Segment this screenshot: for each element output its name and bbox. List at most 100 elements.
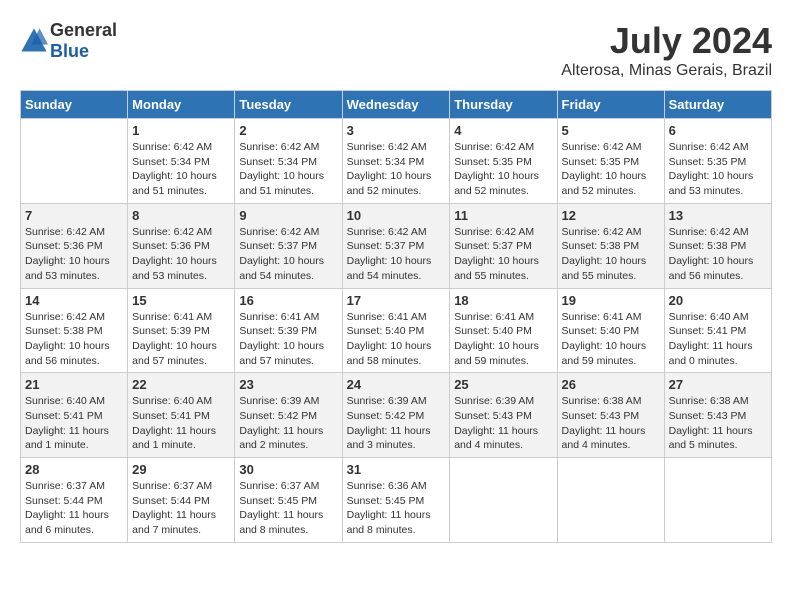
day-number: 12: [562, 208, 660, 223]
day-cell: 17Sunrise: 6:41 AM Sunset: 5:40 PM Dayli…: [342, 288, 450, 373]
logo: General Blue: [20, 20, 117, 62]
day-number: 7: [25, 208, 123, 223]
day-info: Sunrise: 6:36 AM Sunset: 5:45 PM Dayligh…: [347, 479, 446, 538]
day-cell: 2Sunrise: 6:42 AM Sunset: 5:34 PM Daylig…: [235, 119, 342, 204]
day-cell: [557, 458, 664, 543]
day-info: Sunrise: 6:42 AM Sunset: 5:37 PM Dayligh…: [454, 225, 552, 284]
day-cell: [21, 119, 128, 204]
day-number: 24: [347, 377, 446, 392]
day-cell: 15 Sunrise: 6:41 AM Sunset: 5:39 PM Dayli…: [128, 288, 235, 373]
day-number: 19: [562, 293, 660, 308]
day-cell: 1 Sunrise: 6:42 AM Sunset: 5:34 PM Daylig…: [128, 119, 235, 204]
day-info: Sunrise: 6:42 AM Sunset: 5:37 PM Dayligh…: [239, 225, 337, 284]
week-row-3: 21 Sunrise: 6:40 AM Sunset: 5:41 PM Dayli…: [21, 373, 772, 458]
day-info: Sunrise: 6:40 AM Sunset: 5:41 PM Dayligh…: [132, 394, 230, 453]
day-number: 5: [562, 123, 660, 138]
day-number: 6: [669, 123, 767, 138]
day-cell: [450, 458, 557, 543]
day-info: Sunrise: 6:40 AM Sunset: 5:41 PM Dayligh…: [25, 394, 123, 453]
week-row-2: 14Sunrise: 6:42 AM Sunset: 5:38 PM Dayli…: [21, 288, 772, 373]
day-cell: 5 Sunrise: 6:42 AM Sunset: 5:35 PM Daylig…: [557, 119, 664, 204]
day-number: 3: [347, 123, 446, 138]
day-info: Sunrise: 6:39 AM Sunset: 5:42 PM Dayligh…: [239, 394, 337, 453]
day-info: Sunrise: 6:42 AM Sunset: 5:34 PM Dayligh…: [347, 140, 446, 199]
day-number: 13: [669, 208, 767, 223]
day-number: 8: [132, 208, 230, 223]
subtitle: Alterosa, Minas Gerais, Brazil: [561, 62, 772, 80]
day-info: Sunrise: 6:42 AM Sunset: 5:38 PM Dayligh…: [562, 225, 660, 284]
day-info: Sunrise: 6:37 AM Sunset: 5:44 PM Dayligh…: [132, 479, 230, 538]
day-cell: 26Sunrise: 6:38 AM Sunset: 5:43 PM Dayli…: [557, 373, 664, 458]
day-number: 1: [132, 123, 230, 138]
header-tuesday: Tuesday: [235, 91, 342, 119]
day-number: 2: [239, 123, 337, 138]
day-number: 16: [239, 293, 337, 308]
day-cell: 27Sunrise: 6:38 AM Sunset: 5:43 PM Dayli…: [664, 373, 771, 458]
header-saturday: Saturday: [664, 91, 771, 119]
day-cell: 16 Sunrise: 6:41 AM Sunset: 5:39 PM Dayli…: [235, 288, 342, 373]
day-info: Sunrise: 6:42 AM Sunset: 5:36 PM Dayligh…: [25, 225, 123, 284]
header-friday: Friday: [557, 91, 664, 119]
day-number: 28: [25, 462, 123, 477]
day-info: Sunrise: 6:42 AM Sunset: 5:35 PM Dayligh…: [454, 140, 552, 199]
logo-text-general: General: [50, 20, 117, 40]
day-info: Sunrise: 6:39 AM Sunset: 5:42 PM Dayligh…: [347, 394, 446, 453]
day-info: Sunrise: 6:41 AM Sunset: 5:39 PM Dayligh…: [239, 310, 337, 369]
day-info: Sunrise: 6:42 AM Sunset: 5:35 PM Dayligh…: [669, 140, 767, 199]
day-cell: 8 Sunrise: 6:42 AM Sunset: 5:36 PM Daylig…: [128, 203, 235, 288]
day-number: 9: [239, 208, 337, 223]
day-cell: 9 Sunrise: 6:42 AM Sunset: 5:37 PM Daylig…: [235, 203, 342, 288]
day-info: Sunrise: 6:41 AM Sunset: 5:39 PM Dayligh…: [132, 310, 230, 369]
day-cell: 20 Sunrise: 6:40 AM Sunset: 5:41 PM Dayli…: [664, 288, 771, 373]
day-number: 15: [132, 293, 230, 308]
day-cell: 28Sunrise: 6:37 AM Sunset: 5:44 PM Dayli…: [21, 458, 128, 543]
week-row-1: 7 Sunrise: 6:42 AM Sunset: 5:36 PM Daylig…: [21, 203, 772, 288]
week-row-0: 1 Sunrise: 6:42 AM Sunset: 5:34 PM Daylig…: [21, 119, 772, 204]
header-wednesday: Wednesday: [342, 91, 450, 119]
day-number: 30: [239, 462, 337, 477]
logo-icon: [20, 27, 48, 55]
day-number: 18: [454, 293, 552, 308]
day-number: 10: [347, 208, 446, 223]
day-number: 26: [562, 377, 660, 392]
day-number: 4: [454, 123, 552, 138]
day-info: Sunrise: 6:38 AM Sunset: 5:43 PM Dayligh…: [669, 394, 767, 453]
day-cell: 6 Sunrise: 6:42 AM Sunset: 5:35 PM Daylig…: [664, 119, 771, 204]
day-info: Sunrise: 6:41 AM Sunset: 5:40 PM Dayligh…: [562, 310, 660, 369]
day-info: Sunrise: 6:42 AM Sunset: 5:34 PM Dayligh…: [132, 140, 230, 199]
calendar-header-row: SundayMondayTuesdayWednesdayThursdayFrid…: [21, 91, 772, 119]
day-number: 23: [239, 377, 337, 392]
day-number: 22: [132, 377, 230, 392]
day-cell: [664, 458, 771, 543]
day-cell: 23 Sunrise: 6:39 AM Sunset: 5:42 PM Dayli…: [235, 373, 342, 458]
header-sunday: Sunday: [21, 91, 128, 119]
day-number: 21: [25, 377, 123, 392]
calendar-table: SundayMondayTuesdayWednesdayThursdayFrid…: [20, 90, 772, 543]
title-area: July 2024 Alterosa, Minas Gerais, Brazil: [561, 20, 772, 80]
day-cell: 13 Sunrise: 6:42 AM Sunset: 5:38 PM Dayli…: [664, 203, 771, 288]
day-number: 31: [347, 462, 446, 477]
day-cell: 7 Sunrise: 6:42 AM Sunset: 5:36 PM Daylig…: [21, 203, 128, 288]
day-cell: 12 Sunrise: 6:42 AM Sunset: 5:38 PM Dayli…: [557, 203, 664, 288]
day-info: Sunrise: 6:42 AM Sunset: 5:35 PM Dayligh…: [562, 140, 660, 199]
header-thursday: Thursday: [450, 91, 557, 119]
day-info: Sunrise: 6:40 AM Sunset: 5:41 PM Dayligh…: [669, 310, 767, 369]
day-info: Sunrise: 6:39 AM Sunset: 5:43 PM Dayligh…: [454, 394, 552, 453]
day-info: Sunrise: 6:42 AM Sunset: 5:36 PM Dayligh…: [132, 225, 230, 284]
day-cell: 11 Sunrise: 6:42 AM Sunset: 5:37 PM Dayli…: [450, 203, 557, 288]
day-cell: 29Sunrise: 6:37 AM Sunset: 5:44 PM Dayli…: [128, 458, 235, 543]
header: General Blue July 2024 Alterosa, Minas G…: [20, 20, 772, 80]
week-row-4: 28 Sunrise: 6:37 AM Sunset: 5:44 PM Dayli…: [21, 458, 772, 543]
day-number: 11: [454, 208, 552, 223]
day-cell: 18 Sunrise: 6:41 AM Sunset: 5:40 PM Dayli…: [450, 288, 557, 373]
day-cell: 14Sunrise: 6:42 AM Sunset: 5:38 PM Dayli…: [21, 288, 128, 373]
day-number: 14: [25, 293, 123, 308]
day-cell: 30Sunrise: 6:37 AM Sunset: 5:45 PM Dayli…: [235, 458, 342, 543]
day-info: Sunrise: 6:42 AM Sunset: 5:38 PM Dayligh…: [669, 225, 767, 284]
day-cell: 19 Sunrise: 6:41 AM Sunset: 5:40 PM Dayli…: [557, 288, 664, 373]
day-cell: 3 Sunrise: 6:42 AM Sunset: 5:34 PM Daylig…: [342, 119, 450, 204]
day-info: Sunrise: 6:41 AM Sunset: 5:40 PM Dayligh…: [454, 310, 552, 369]
day-cell: 4 Sunrise: 6:42 AM Sunset: 5:35 PM Daylig…: [450, 119, 557, 204]
day-cell: 22 Sunrise: 6:40 AM Sunset: 5:41 PM Dayli…: [128, 373, 235, 458]
day-number: 20: [669, 293, 767, 308]
